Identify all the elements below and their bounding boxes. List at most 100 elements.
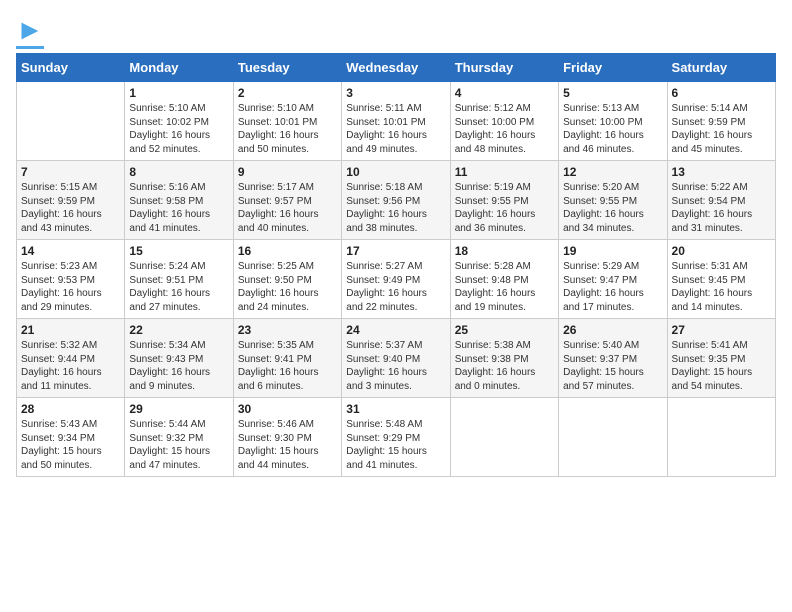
calendar-cell: 28 Sunrise: 5:43 AM Sunset: 9:34 PM Dayli… xyxy=(17,398,125,477)
day-number: 30 xyxy=(238,402,337,416)
calendar-table: SundayMondayTuesdayWednesdayThursdayFrid… xyxy=(16,53,776,477)
calendar-cell: 1 Sunrise: 5:10 AM Sunset: 10:02 PM Dayli… xyxy=(125,82,233,161)
page-header: ► xyxy=(16,16,776,49)
day-number: 25 xyxy=(455,323,554,337)
calendar-cell: 13Sunrise: 5:22 AM Sunset: 9:54 PM Dayli… xyxy=(667,161,775,240)
cell-content: Sunrise: 5:18 AM Sunset: 9:56 PM Dayligh… xyxy=(346,181,445,235)
cell-content: Sunrise: 5:46 AM Sunset: 9:30 PM Dayligh… xyxy=(238,418,337,472)
day-number: 7 xyxy=(21,165,120,179)
cell-content: Sunrise: 5:48 AM Sunset: 9:29 PM Dayligh… xyxy=(346,418,445,472)
calendar-cell: 22Sunrise: 5:34 AM Sunset: 9:43 PM Dayli… xyxy=(125,319,233,398)
cell-content: Sunrise: 5:37 AM Sunset: 9:40 PM Dayligh… xyxy=(346,339,445,393)
cell-content: Sunrise: 5:28 AM Sunset: 9:48 PM Dayligh… xyxy=(455,260,554,314)
logo-underline xyxy=(16,46,44,49)
day-number: 15 xyxy=(129,244,228,258)
day-number: 29 xyxy=(129,402,228,416)
calendar-cell: 20 Sunrise: 5:31 AM Sunset: 9:45 PM Dayli… xyxy=(667,240,775,319)
cell-content: Sunrise: 5:12 AM Sunset: 10:00 PM Daylig… xyxy=(455,102,554,156)
cell-content: Sunrise: 5:24 AM Sunset: 9:51 PM Dayligh… xyxy=(129,260,228,314)
calendar-cell: 23Sunrise: 5:35 AM Sunset: 9:41 PM Dayli… xyxy=(233,319,341,398)
logo-icon: ► xyxy=(16,14,44,45)
calendar-cell: 24 Sunrise: 5:37 AM Sunset: 9:40 PM Dayli… xyxy=(342,319,450,398)
calendar-cell: 16Sunrise: 5:25 AM Sunset: 9:50 PM Dayli… xyxy=(233,240,341,319)
day-number: 18 xyxy=(455,244,554,258)
cell-content: Sunrise: 5:10 AM Sunset: 10:02 PM Daylig… xyxy=(129,102,228,156)
calendar-header-row: SundayMondayTuesdayWednesdayThursdayFrid… xyxy=(17,54,776,82)
column-header-wednesday: Wednesday xyxy=(342,54,450,82)
cell-content: Sunrise: 5:31 AM Sunset: 9:45 PM Dayligh… xyxy=(672,260,771,314)
calendar-cell: 5Sunrise: 5:13 AM Sunset: 10:00 PM Dayli… xyxy=(559,82,667,161)
calendar-cell xyxy=(450,398,558,477)
calendar-cell: 29 Sunrise: 5:44 AM Sunset: 9:32 PM Dayli… xyxy=(125,398,233,477)
day-number: 4 xyxy=(455,86,554,100)
calendar-cell: 26 Sunrise: 5:40 AM Sunset: 9:37 PM Dayli… xyxy=(559,319,667,398)
calendar-cell: 17 Sunrise: 5:27 AM Sunset: 9:49 PM Dayli… xyxy=(342,240,450,319)
day-number: 3 xyxy=(346,86,445,100)
calendar-cell: 10 Sunrise: 5:18 AM Sunset: 9:56 PM Dayli… xyxy=(342,161,450,240)
calendar-cell: 4 Sunrise: 5:12 AM Sunset: 10:00 PM Dayli… xyxy=(450,82,558,161)
cell-content: Sunrise: 5:19 AM Sunset: 9:55 PM Dayligh… xyxy=(455,181,554,235)
day-number: 24 xyxy=(346,323,445,337)
day-number: 12 xyxy=(563,165,662,179)
logo-text: ► xyxy=(16,16,44,44)
day-number: 10 xyxy=(346,165,445,179)
day-number: 26 xyxy=(563,323,662,337)
calendar-cell: 25 Sunrise: 5:38 AM Sunset: 9:38 PM Dayli… xyxy=(450,319,558,398)
calendar-cell: 15 Sunrise: 5:24 AM Sunset: 9:51 PM Dayli… xyxy=(125,240,233,319)
week-row-2: 7 Sunrise: 5:15 AM Sunset: 9:59 PM Daylig… xyxy=(17,161,776,240)
column-header-monday: Monday xyxy=(125,54,233,82)
day-number: 22 xyxy=(129,323,228,337)
calendar-cell: 2 Sunrise: 5:10 AM Sunset: 10:01 PM Dayli… xyxy=(233,82,341,161)
cell-content: Sunrise: 5:38 AM Sunset: 9:38 PM Dayligh… xyxy=(455,339,554,393)
calendar-cell: 11 Sunrise: 5:19 AM Sunset: 9:55 PM Dayli… xyxy=(450,161,558,240)
day-number: 17 xyxy=(346,244,445,258)
day-number: 23 xyxy=(238,323,337,337)
cell-content: Sunrise: 5:29 AM Sunset: 9:47 PM Dayligh… xyxy=(563,260,662,314)
day-number: 28 xyxy=(21,402,120,416)
calendar-cell: 30 Sunrise: 5:46 AM Sunset: 9:30 PM Dayli… xyxy=(233,398,341,477)
calendar-cell: 21Sunrise: 5:32 AM Sunset: 9:44 PM Dayli… xyxy=(17,319,125,398)
calendar-cell: 7 Sunrise: 5:15 AM Sunset: 9:59 PM Daylig… xyxy=(17,161,125,240)
cell-content: Sunrise: 5:10 AM Sunset: 10:01 PM Daylig… xyxy=(238,102,337,156)
column-header-thursday: Thursday xyxy=(450,54,558,82)
day-number: 1 xyxy=(129,86,228,100)
cell-content: Sunrise: 5:40 AM Sunset: 9:37 PM Dayligh… xyxy=(563,339,662,393)
calendar-cell: 12 Sunrise: 5:20 AM Sunset: 9:55 PM Dayli… xyxy=(559,161,667,240)
column-header-sunday: Sunday xyxy=(17,54,125,82)
cell-content: Sunrise: 5:23 AM Sunset: 9:53 PM Dayligh… xyxy=(21,260,120,314)
day-number: 8 xyxy=(129,165,228,179)
day-number: 31 xyxy=(346,402,445,416)
column-header-friday: Friday xyxy=(559,54,667,82)
cell-content: Sunrise: 5:11 AM Sunset: 10:01 PM Daylig… xyxy=(346,102,445,156)
week-row-1: 1 Sunrise: 5:10 AM Sunset: 10:02 PM Dayli… xyxy=(17,82,776,161)
calendar-cell: 8Sunrise: 5:16 AM Sunset: 9:58 PM Daylig… xyxy=(125,161,233,240)
calendar-cell: 3 Sunrise: 5:11 AM Sunset: 10:01 PM Dayli… xyxy=(342,82,450,161)
cell-content: Sunrise: 5:44 AM Sunset: 9:32 PM Dayligh… xyxy=(129,418,228,472)
day-number: 6 xyxy=(672,86,771,100)
day-number: 11 xyxy=(455,165,554,179)
column-header-tuesday: Tuesday xyxy=(233,54,341,82)
calendar-cell: 31 Sunrise: 5:48 AM Sunset: 9:29 PM Dayli… xyxy=(342,398,450,477)
cell-content: Sunrise: 5:14 AM Sunset: 9:59 PM Dayligh… xyxy=(672,102,771,156)
cell-content: Sunrise: 5:43 AM Sunset: 9:34 PM Dayligh… xyxy=(21,418,120,472)
cell-content: Sunrise: 5:41 AM Sunset: 9:35 PM Dayligh… xyxy=(672,339,771,393)
calendar-cell: 18 Sunrise: 5:28 AM Sunset: 9:48 PM Dayli… xyxy=(450,240,558,319)
day-number: 2 xyxy=(238,86,337,100)
day-number: 14 xyxy=(21,244,120,258)
day-number: 9 xyxy=(238,165,337,179)
day-number: 19 xyxy=(563,244,662,258)
week-row-3: 14 Sunrise: 5:23 AM Sunset: 9:53 PM Dayli… xyxy=(17,240,776,319)
day-number: 27 xyxy=(672,323,771,337)
cell-content: Sunrise: 5:27 AM Sunset: 9:49 PM Dayligh… xyxy=(346,260,445,314)
day-number: 16 xyxy=(238,244,337,258)
calendar-cell xyxy=(559,398,667,477)
cell-content: Sunrise: 5:20 AM Sunset: 9:55 PM Dayligh… xyxy=(563,181,662,235)
cell-content: Sunrise: 5:17 AM Sunset: 9:57 PM Dayligh… xyxy=(238,181,337,235)
calendar-cell xyxy=(667,398,775,477)
calendar-cell xyxy=(17,82,125,161)
week-row-5: 28 Sunrise: 5:43 AM Sunset: 9:34 PM Dayli… xyxy=(17,398,776,477)
week-row-4: 21Sunrise: 5:32 AM Sunset: 9:44 PM Dayli… xyxy=(17,319,776,398)
logo: ► xyxy=(16,16,44,49)
cell-content: Sunrise: 5:15 AM Sunset: 9:59 PM Dayligh… xyxy=(21,181,120,235)
day-number: 20 xyxy=(672,244,771,258)
